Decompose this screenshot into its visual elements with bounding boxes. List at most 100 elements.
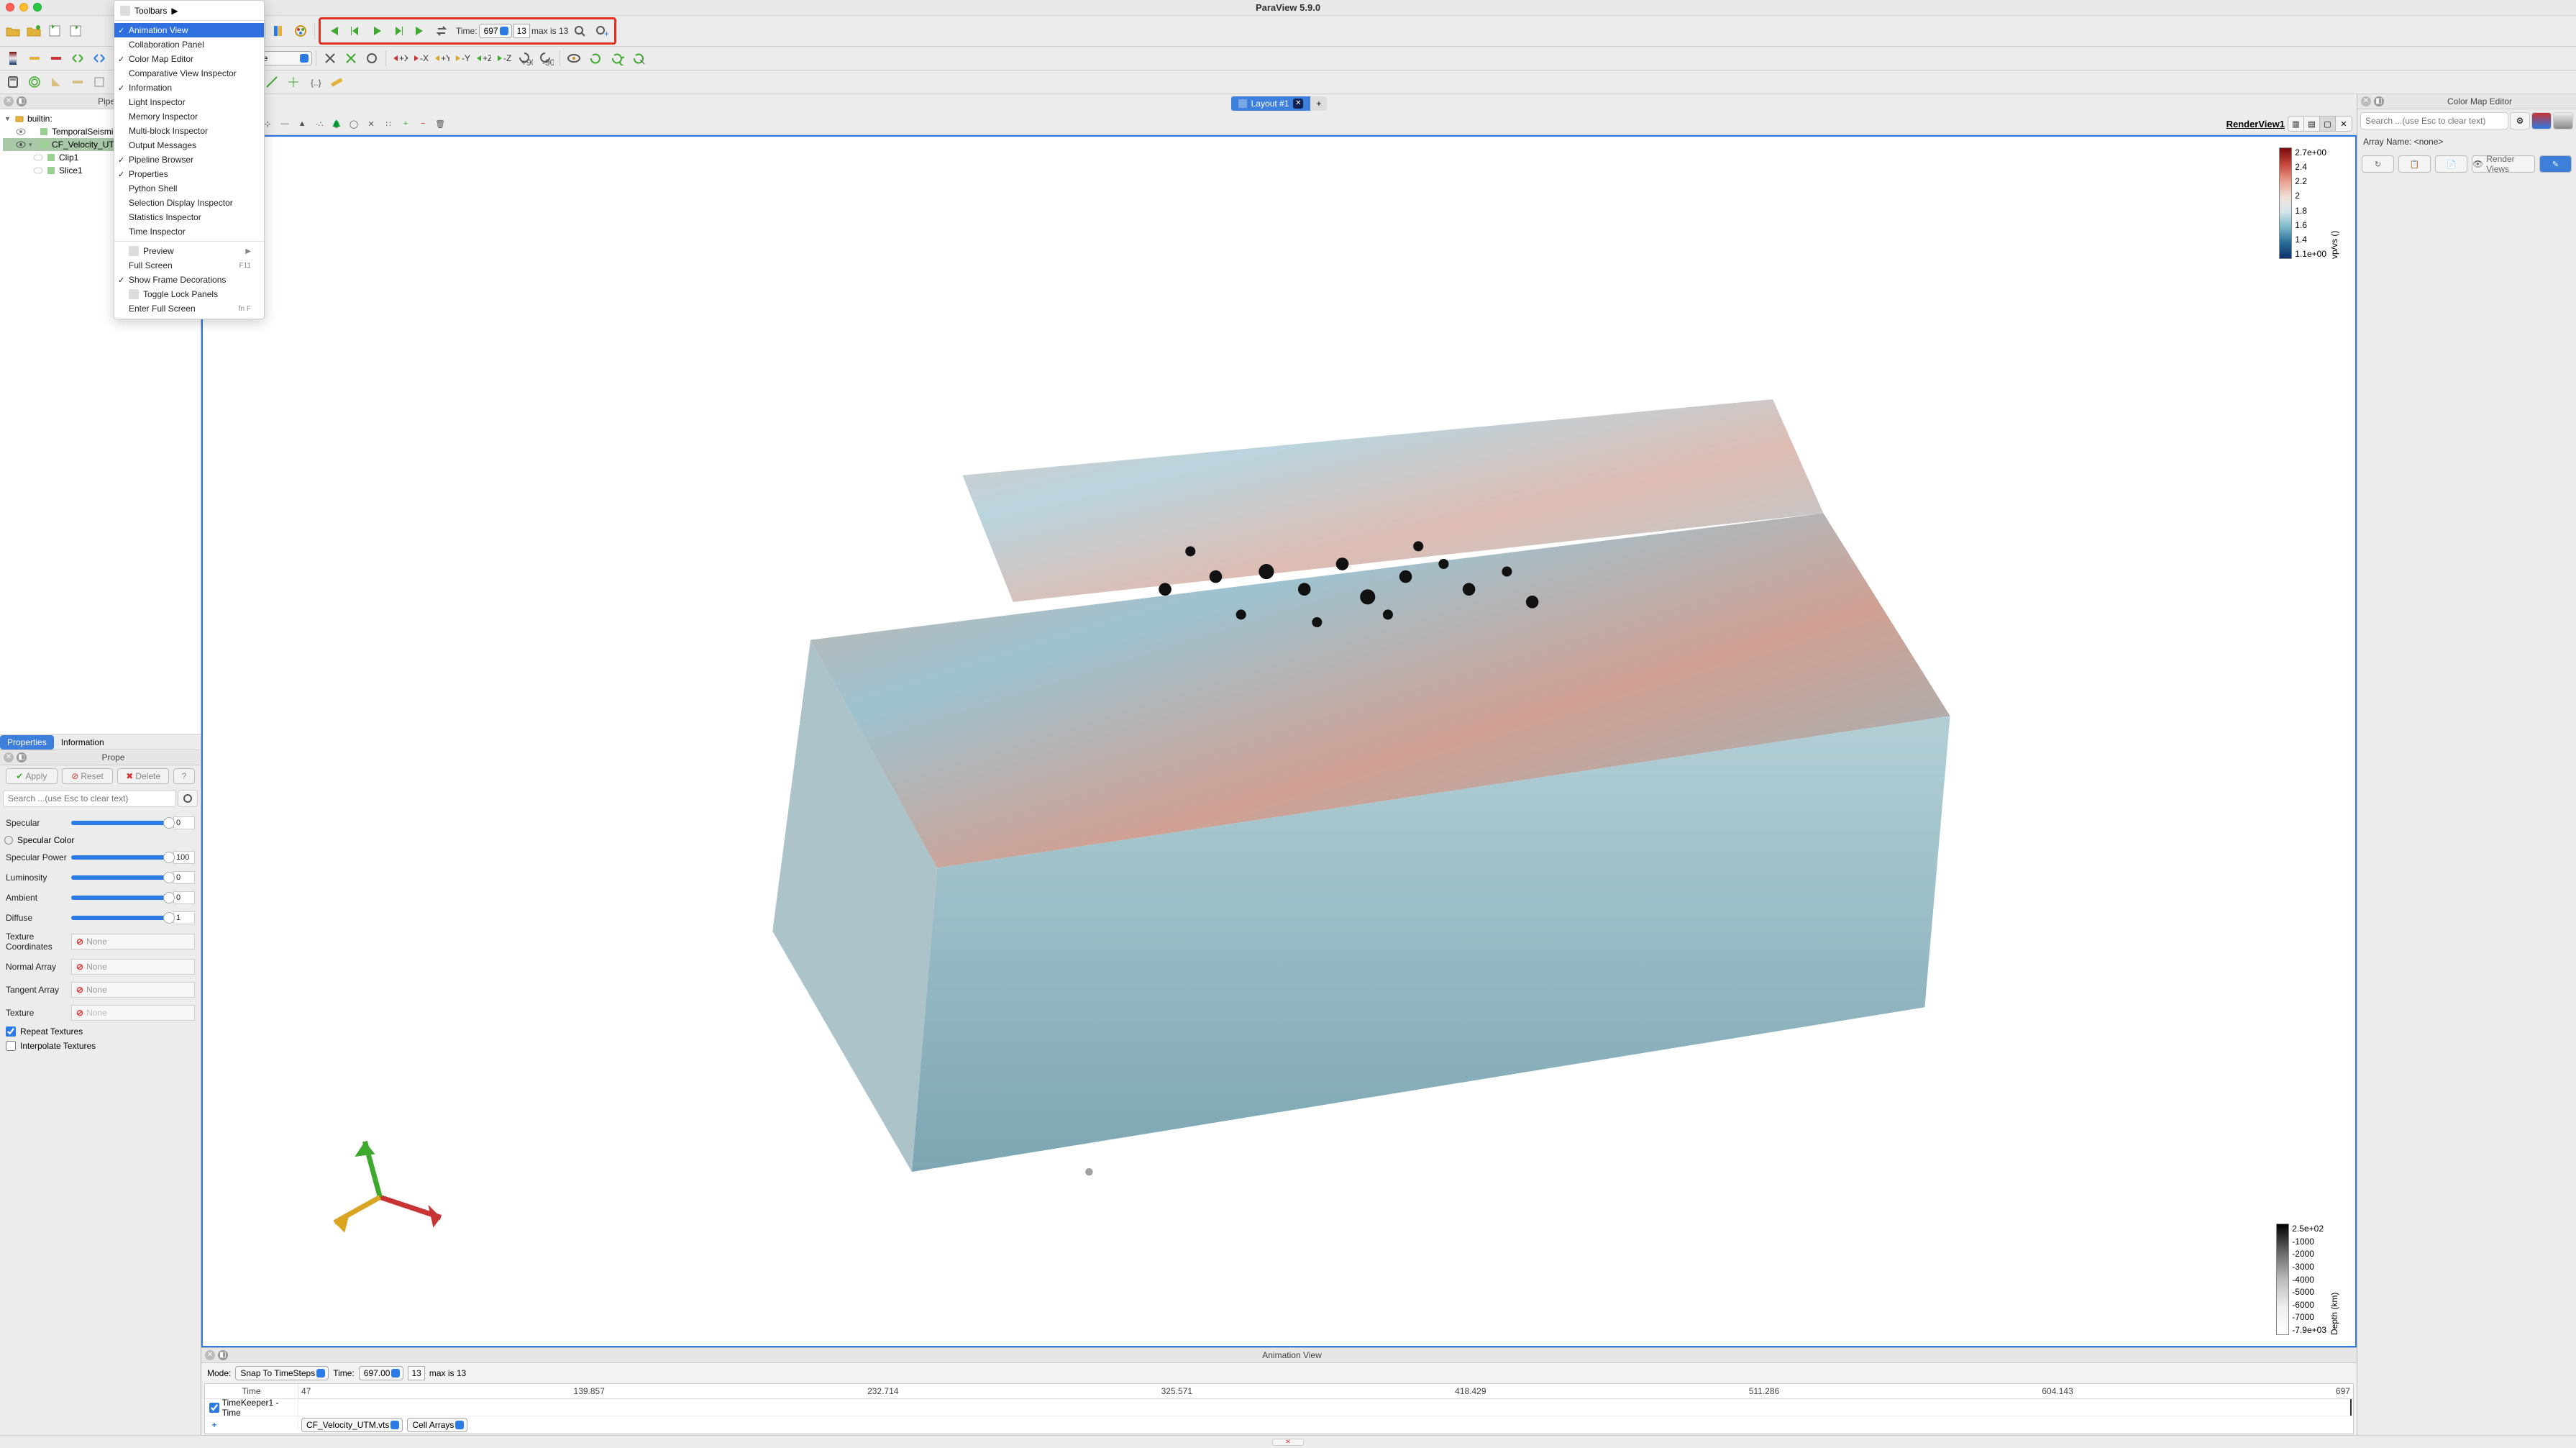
tab-information[interactable]: Information — [54, 735, 111, 750]
statusbar-drag-handle[interactable]: ✕ — [1272, 1439, 1304, 1446]
menu-item-animation-view[interactable]: ✓Animation View — [114, 23, 264, 37]
close-layout-icon[interactable]: ✕ — [1293, 99, 1303, 109]
maximize-window[interactable] — [33, 3, 42, 12]
color-palette-button[interactable] — [269, 21, 289, 41]
specular-slider[interactable] — [71, 821, 169, 825]
view-neg-x-button[interactable]: -X — [411, 48, 431, 68]
close-panel-icon[interactable]: ✕ — [205, 1350, 215, 1360]
prev-frame-button[interactable] — [345, 21, 365, 41]
python-button[interactable]: {..} — [305, 72, 325, 92]
menu-item-statistics-inspector[interactable]: Statistics Inspector — [114, 210, 264, 224]
view-neg-y-button[interactable]: -Y — [452, 48, 472, 68]
refresh-button[interactable] — [585, 48, 606, 68]
diffuse-slider[interactable] — [71, 916, 169, 920]
menu-item-light-inspector[interactable]: Light Inspector — [114, 95, 264, 109]
close-panel-icon[interactable]: ✕ — [2361, 96, 2371, 106]
trash-button[interactable]: 🗑 — [433, 117, 447, 131]
eye-icon[interactable] — [33, 165, 43, 176]
anim-frame-spin[interactable]: 13 — [408, 1366, 424, 1380]
clip-button[interactable] — [46, 72, 66, 92]
cme-copy-button[interactable]: 📋 — [2398, 155, 2431, 173]
track-enable-checkbox[interactable] — [209, 1403, 219, 1413]
last-frame-button[interactable] — [410, 21, 430, 41]
cme-reload-button[interactable]: ↻ — [2362, 155, 2394, 173]
delete-button[interactable]: ✖Delete — [117, 768, 169, 784]
view-minus-button[interactable]: − — [416, 117, 430, 131]
menu-item-show-frame[interactable]: ✓Show Frame Decorations — [114, 273, 264, 287]
cme-color-button[interactable] — [2531, 112, 2552, 129]
tex-coords-combo[interactable]: None — [71, 934, 195, 950]
add-track-source-combo[interactable]: CF_Velocity_UTM.vts — [301, 1418, 403, 1432]
select-cells-button[interactable]: ▲ — [295, 117, 309, 131]
clear-button[interactable]: ✕ — [364, 117, 378, 131]
menu-item-multi-block-inspector[interactable]: Multi-block Inspector — [114, 124, 264, 138]
ambient-slider[interactable] — [71, 896, 169, 900]
add-track-array-combo[interactable]: Cell Arrays — [407, 1418, 467, 1432]
menu-item-enter-full[interactable]: Enter Full Screenfn F — [114, 301, 264, 316]
eye-icon[interactable] — [16, 140, 26, 150]
menu-item-output-messages[interactable]: Output Messages — [114, 138, 264, 152]
close-window[interactable] — [6, 3, 14, 12]
menu-item-python-shell[interactable]: Python Shell — [114, 181, 264, 196]
maximize-view-button[interactable]: ▢ — [2320, 117, 2336, 131]
mode-combo[interactable]: Snap To TimeSteps — [235, 1366, 329, 1380]
view-neg-z-button[interactable]: -Z — [494, 48, 514, 68]
menu-item-selection-display-inspector[interactable]: Selection Display Inspector — [114, 196, 264, 210]
menu-item-information[interactable]: ✓Information — [114, 81, 264, 95]
eye-icon[interactable] — [16, 127, 26, 137]
render-view[interactable]: 2.7e+002.42.221.81.61.41.1e+00 vp/vs () … — [201, 135, 2357, 1347]
animation-track-area[interactable]: Time 47139.857232.714325.571418.429511.2… — [204, 1383, 2354, 1434]
anim-time-combo[interactable]: 697.00 — [359, 1366, 404, 1380]
eye-icon[interactable] — [33, 152, 43, 163]
menu-item-toolbars[interactable]: Toolbars ▶ — [114, 4, 264, 18]
menu-item-memory-inspector[interactable]: Memory Inspector — [114, 109, 264, 124]
properties-search-input[interactable] — [3, 790, 176, 807]
menu-item-full-screen[interactable]: Full ScreenF11 — [114, 258, 264, 273]
menu-item-time-inspector[interactable]: Time Inspector — [114, 224, 264, 239]
close-view-button[interactable]: ✕ — [2336, 117, 2352, 131]
probe-button[interactable] — [283, 72, 303, 92]
rescale-range-button[interactable] — [24, 48, 45, 68]
close-panel-icon[interactable]: ✕ — [4, 752, 14, 762]
contour-button[interactable] — [24, 72, 45, 92]
minimize-window[interactable] — [19, 3, 28, 12]
float-panel-icon[interactable]: ◧ — [17, 96, 27, 106]
split-h-button[interactable]: ▥ — [2288, 117, 2304, 131]
add-layout-button[interactable]: + — [1310, 96, 1327, 111]
float-panel-icon[interactable]: ◧ — [218, 1350, 228, 1360]
animation-track-row[interactable]: TimeKeeper1 - Time — [205, 1399, 2353, 1416]
rescale-overtime-button[interactable] — [89, 48, 109, 68]
playhead[interactable] — [2350, 1399, 2352, 1416]
animation-add-track-row[interactable]: + CF_Velocity_UTM.vts Cell Arrays — [205, 1416, 2353, 1434]
rotate-90ccw-button[interactable]: -90 — [536, 48, 556, 68]
menu-item-pipeline-browser[interactable]: ✓Pipeline Browser — [114, 152, 264, 167]
help-button[interactable]: ? — [173, 768, 195, 784]
edit-color-map-button[interactable] — [291, 21, 311, 41]
tree-button[interactable]: 🌲 — [329, 117, 344, 131]
specular-power-value[interactable]: 100 — [173, 851, 195, 864]
lasso-button[interactable]: ◯ — [347, 117, 361, 131]
calculator-button[interactable] — [3, 72, 23, 92]
refresh-all-button[interactable] — [607, 48, 627, 68]
cme-paste-button[interactable]: 📄 — [2435, 155, 2467, 173]
advanced-toggle-button[interactable] — [178, 790, 198, 807]
view-pos-x-button[interactable]: +X — [390, 48, 410, 68]
colormap-preset-button[interactable] — [3, 48, 23, 68]
refresh-select-button[interactable] — [629, 48, 649, 68]
menu-item-comparative-view-inspector[interactable]: Comparative View Inspector — [114, 66, 264, 81]
menu-item-collaboration-panel[interactable]: Collaboration Panel — [114, 37, 264, 52]
specular-value[interactable]: 0 — [173, 816, 195, 829]
rotate-90cw-button[interactable]: +90 — [515, 48, 535, 68]
frame-spin[interactable]: 13 — [513, 24, 530, 38]
menu-item-preview[interactable]: Preview▶ — [114, 244, 264, 258]
open-file-button[interactable] — [3, 21, 23, 41]
play-button[interactable] — [367, 21, 387, 41]
ruler-button[interactable] — [326, 72, 347, 92]
select-points-button[interactable]: ·∴ — [312, 117, 326, 131]
cme-edit-button[interactable]: ✎ — [2539, 155, 2572, 173]
normal-array-combo[interactable]: None — [71, 959, 195, 975]
cme-gear-button[interactable]: ⚙ — [2510, 112, 2530, 129]
luminosity-slider[interactable] — [71, 875, 169, 880]
first-frame-button[interactable] — [324, 21, 344, 41]
axes-toggle-button[interactable] — [320, 48, 340, 68]
